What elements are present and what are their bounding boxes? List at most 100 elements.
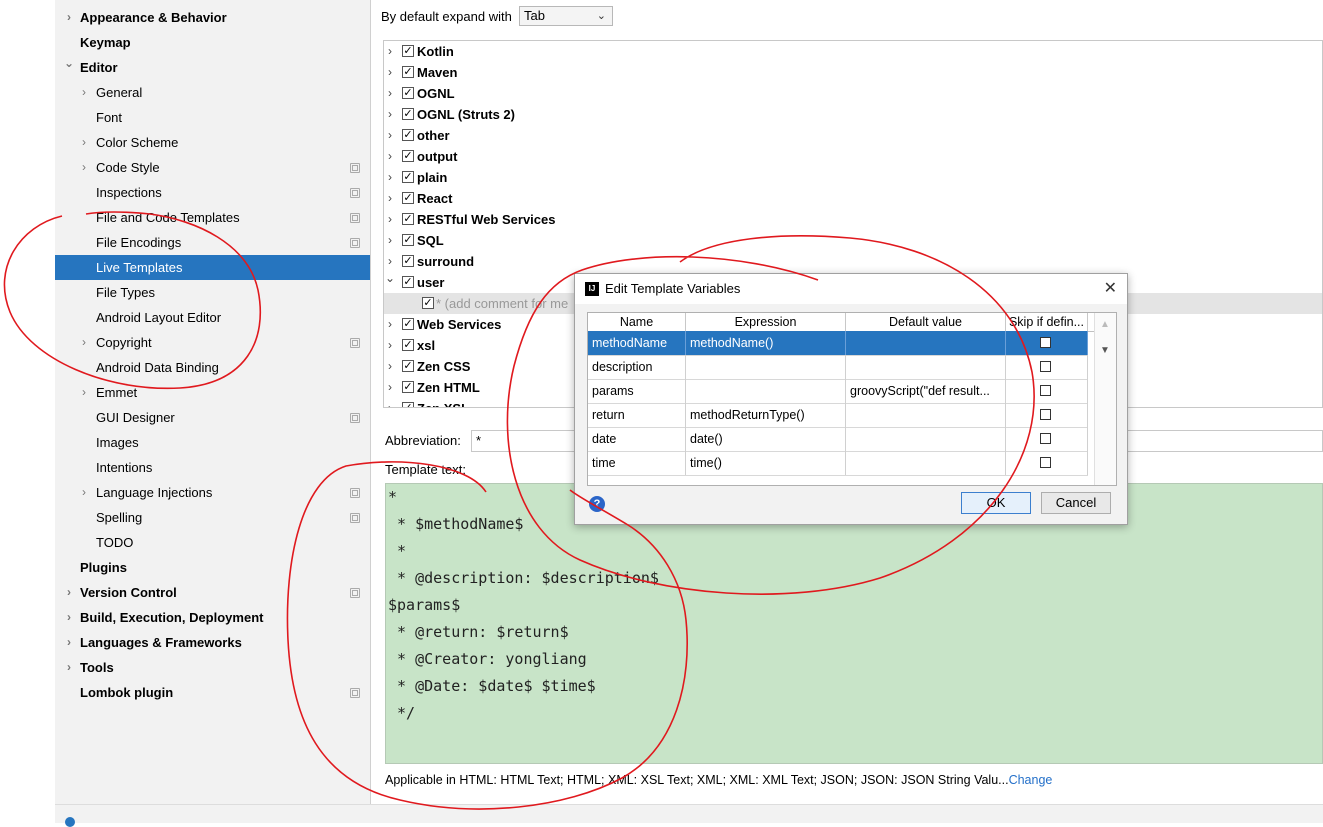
chevron-down-icon[interactable]: ⌄ bbox=[63, 51, 75, 76]
template-group[interactable]: › ✓ output bbox=[384, 146, 1322, 167]
group-checkbox[interactable]: ✓ bbox=[402, 45, 414, 57]
chevron-right-icon[interactable]: › bbox=[384, 230, 396, 251]
chevron-right-icon[interactable]: › bbox=[384, 62, 396, 83]
variable-name-cell[interactable]: params bbox=[588, 379, 686, 403]
sidebar-item-copyright[interactable]: › Copyright bbox=[55, 330, 370, 355]
sidebar-item-spelling[interactable]: Spelling bbox=[55, 505, 370, 530]
sidebar-item-file-encodings[interactable]: File Encodings bbox=[55, 230, 370, 255]
sidebar-item-file-types[interactable]: File Types bbox=[55, 280, 370, 305]
variable-default-cell[interactable] bbox=[846, 403, 1006, 427]
variable-name-cell[interactable]: return bbox=[588, 403, 686, 427]
group-checkbox[interactable]: ✓ bbox=[402, 381, 414, 393]
template-group[interactable]: › ✓ OGNL (Struts 2) bbox=[384, 104, 1322, 125]
chevron-right-icon[interactable]: › bbox=[63, 605, 75, 630]
cancel-button[interactable]: Cancel bbox=[1041, 492, 1111, 514]
group-checkbox[interactable]: ✓ bbox=[402, 87, 414, 99]
variable-default-cell[interactable] bbox=[846, 427, 1006, 451]
variable-skip-cell[interactable] bbox=[1006, 379, 1088, 403]
sidebar-item-general[interactable]: › General bbox=[55, 80, 370, 105]
variable-row-return[interactable]: return methodReturnType() bbox=[588, 403, 1088, 428]
sidebar-item-color-scheme[interactable]: › Color Scheme bbox=[55, 130, 370, 155]
group-checkbox[interactable]: ✓ bbox=[402, 339, 414, 351]
variable-skip-cell[interactable] bbox=[1006, 427, 1088, 451]
variable-name-cell[interactable]: methodName bbox=[588, 331, 686, 355]
chevron-right-icon[interactable]: › bbox=[384, 188, 396, 209]
variable-row-time[interactable]: time time() bbox=[588, 451, 1088, 476]
chevron-right-icon[interactable]: › bbox=[78, 480, 90, 505]
change-link[interactable]: Change bbox=[1009, 773, 1053, 787]
chevron-right-icon[interactable]: › bbox=[384, 356, 396, 377]
chevron-right-icon[interactable]: › bbox=[384, 104, 396, 125]
chevron-right-icon[interactable]: › bbox=[63, 580, 75, 605]
variable-default-cell[interactable] bbox=[846, 331, 1006, 355]
variables-table[interactable]: Name Expression Default value Skip if de… bbox=[587, 312, 1117, 486]
chevron-right-icon[interactable]: › bbox=[384, 335, 396, 356]
column-header-default-value[interactable]: Default value bbox=[846, 313, 1006, 331]
sidebar-item-language-injections[interactable]: › Language Injections bbox=[55, 480, 370, 505]
sidebar-item-keymap[interactable]: Keymap bbox=[55, 30, 370, 55]
chevron-down-icon[interactable]: ⌄ bbox=[384, 268, 396, 289]
group-checkbox[interactable]: ✓ bbox=[402, 360, 414, 372]
variable-name-cell[interactable]: time bbox=[588, 451, 686, 475]
group-checkbox[interactable]: ✓ bbox=[402, 150, 414, 162]
template-group[interactable]: › ✓ plain bbox=[384, 167, 1322, 188]
group-checkbox[interactable]: ✓ bbox=[402, 255, 414, 267]
variable-row-methodName[interactable]: methodName methodName() bbox=[588, 331, 1088, 356]
variable-expression-cell[interactable]: time() bbox=[686, 451, 846, 475]
column-header-expression[interactable]: Expression bbox=[686, 313, 846, 331]
chevron-right-icon[interactable]: › bbox=[78, 130, 90, 155]
group-checkbox[interactable]: ✓ bbox=[402, 66, 414, 78]
table-scrollbar[interactable]: ▲ ▼ bbox=[1094, 313, 1116, 485]
group-checkbox[interactable]: ✓ bbox=[402, 171, 414, 183]
variable-expression-cell[interactable]: methodReturnType() bbox=[686, 403, 846, 427]
chevron-right-icon[interactable]: › bbox=[63, 5, 75, 30]
chevron-right-icon[interactable]: › bbox=[384, 398, 396, 407]
skip-if-defined-checkbox[interactable] bbox=[1040, 337, 1051, 348]
variable-row-date[interactable]: date date() bbox=[588, 427, 1088, 452]
sidebar-item-android-layout-editor[interactable]: Android Layout Editor bbox=[55, 305, 370, 330]
chevron-right-icon[interactable]: › bbox=[63, 630, 75, 655]
sidebar-item-tools[interactable]: › Tools bbox=[55, 655, 370, 680]
variable-expression-cell[interactable]: methodName() bbox=[686, 331, 846, 355]
ok-button[interactable]: OK bbox=[961, 492, 1031, 514]
variable-expression-cell[interactable] bbox=[686, 355, 846, 379]
scroll-down-icon[interactable]: ▼ bbox=[1100, 345, 1110, 356]
column-header-skip[interactable]: Skip if defin... bbox=[1006, 313, 1088, 331]
chevron-right-icon[interactable]: › bbox=[78, 80, 90, 105]
variable-name-cell[interactable]: description bbox=[588, 355, 686, 379]
template-group[interactable]: › ✓ Kotlin bbox=[384, 41, 1322, 62]
template-group[interactable]: › ✓ SQL bbox=[384, 230, 1322, 251]
chevron-right-icon[interactable]: › bbox=[384, 83, 396, 104]
chevron-right-icon[interactable]: › bbox=[384, 314, 396, 335]
group-checkbox[interactable]: ✓ bbox=[402, 276, 414, 288]
skip-if-defined-checkbox[interactable] bbox=[1040, 361, 1051, 372]
sidebar-item-file-and-code-templates[interactable]: File and Code Templates bbox=[55, 205, 370, 230]
sidebar-item-editor[interactable]: ⌄ Editor bbox=[55, 55, 370, 80]
group-checkbox[interactable]: ✓ bbox=[402, 108, 414, 120]
variable-expression-cell[interactable]: date() bbox=[686, 427, 846, 451]
chevron-right-icon[interactable]: › bbox=[78, 330, 90, 355]
chevron-right-icon[interactable]: › bbox=[384, 167, 396, 188]
template-text-editor[interactable]: * * $methodName$ * * @description: $desc… bbox=[385, 483, 1323, 764]
template-group[interactable]: › ✓ RESTful Web Services bbox=[384, 209, 1322, 230]
scroll-up-icon[interactable]: ▲ bbox=[1100, 319, 1110, 330]
variable-default-cell[interactable] bbox=[846, 451, 1006, 475]
sidebar-item-version-control[interactable]: › Version Control bbox=[55, 580, 370, 605]
variable-name-cell[interactable]: date bbox=[588, 427, 686, 451]
variable-skip-cell[interactable] bbox=[1006, 331, 1088, 355]
template-group[interactable]: › ✓ Maven bbox=[384, 62, 1322, 83]
skip-if-defined-checkbox[interactable] bbox=[1040, 385, 1051, 396]
group-checkbox[interactable]: ✓ bbox=[422, 297, 434, 309]
chevron-right-icon[interactable]: › bbox=[63, 655, 75, 680]
group-checkbox[interactable]: ✓ bbox=[402, 213, 414, 225]
chevron-right-icon[interactable]: › bbox=[384, 125, 396, 146]
variable-default-cell[interactable]: groovyScript("def result... bbox=[846, 379, 1006, 403]
variable-skip-cell[interactable] bbox=[1006, 403, 1088, 427]
sidebar-item-appearance-behavior[interactable]: › Appearance & Behavior bbox=[55, 5, 370, 30]
group-checkbox[interactable]: ✓ bbox=[402, 318, 414, 330]
variable-default-cell[interactable] bbox=[846, 355, 1006, 379]
template-group[interactable]: › ✓ OGNL bbox=[384, 83, 1322, 104]
chevron-right-icon[interactable]: › bbox=[384, 146, 396, 167]
close-icon[interactable]: ✕ bbox=[1104, 278, 1117, 298]
sidebar-item-live-templates[interactable]: Live Templates bbox=[55, 255, 370, 280]
